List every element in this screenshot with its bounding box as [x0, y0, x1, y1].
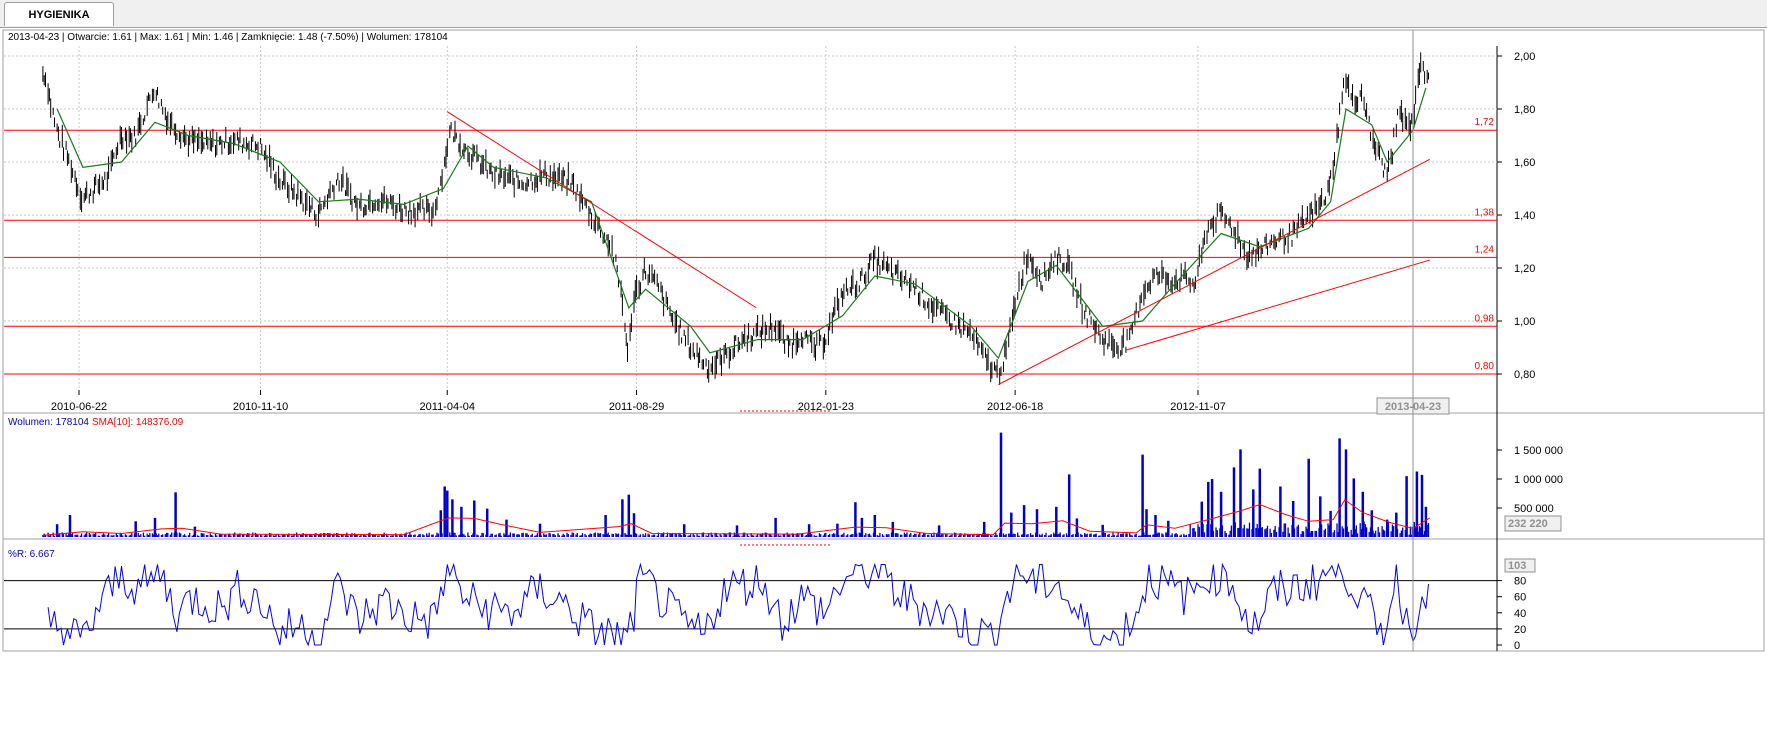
tab-bar: HYGIENIKA [0, 0, 1767, 28]
volume-tick-label: 1 500 000 [1514, 445, 1563, 457]
level-label: 0,98 [1475, 313, 1495, 324]
tab-hygienika[interactable]: HYGIENIKA [4, 2, 114, 26]
x-tick-label: 2010-11-10 [233, 401, 288, 413]
level-label: 1,72 [1475, 117, 1495, 128]
info-bar: 2013-04-23 | Otwarcie: 1.61 | Max: 1.61 … [8, 32, 448, 43]
wr-tick-label: 0 [1514, 640, 1520, 652]
volume-legend: Wolumen: 178104 [8, 417, 89, 428]
level-label: 0,80 [1475, 361, 1495, 372]
price-tick-label: 1,00 [1514, 316, 1535, 328]
price-tick-label: 1,80 [1514, 104, 1535, 116]
price-tick-label: 2,00 [1514, 51, 1535, 63]
level-label: 1,24 [1475, 244, 1495, 255]
x-tick-label: 2010-06-22 [51, 401, 107, 413]
x-tick-label: 2012-11-07 [1170, 401, 1225, 413]
x-tick-label: 2011-04-04 [420, 401, 475, 413]
wr-legend: %R: 6.667 [8, 549, 55, 560]
wr-value-label: 103 [1508, 560, 1526, 572]
x-tick-label: 2012-06-18 [987, 401, 1043, 413]
wr-tick-label: 40 [1514, 608, 1526, 620]
price-tick-label: 1,20 [1514, 263, 1535, 275]
price-tick-label: 1,40 [1514, 210, 1535, 222]
price-tick-label: 1,60 [1514, 157, 1535, 169]
volume-tick-label: 500 000 [1514, 503, 1554, 515]
volume-tick-label: 1 000 000 [1514, 474, 1563, 486]
panel-frames [2, 29, 1765, 652]
wr-tick-label: 20 [1514, 624, 1526, 636]
level-label: 1,38 [1475, 207, 1495, 218]
price-tick-label: 0,80 [1514, 369, 1535, 381]
volume-value-label: 232 220 [1508, 518, 1548, 530]
x-tick-label: 2011-08-29 [609, 401, 664, 413]
volume-sma-legend: SMA[10]: 148376.09 [92, 417, 184, 428]
stock-chart: 1,72 1,38 1,24 0,98 0,80 2010-06-22 2010-11-1… [2, 29, 1765, 652]
wr-tick-label: 60 [1514, 592, 1526, 604]
wr-tick-label: 80 [1514, 576, 1526, 588]
